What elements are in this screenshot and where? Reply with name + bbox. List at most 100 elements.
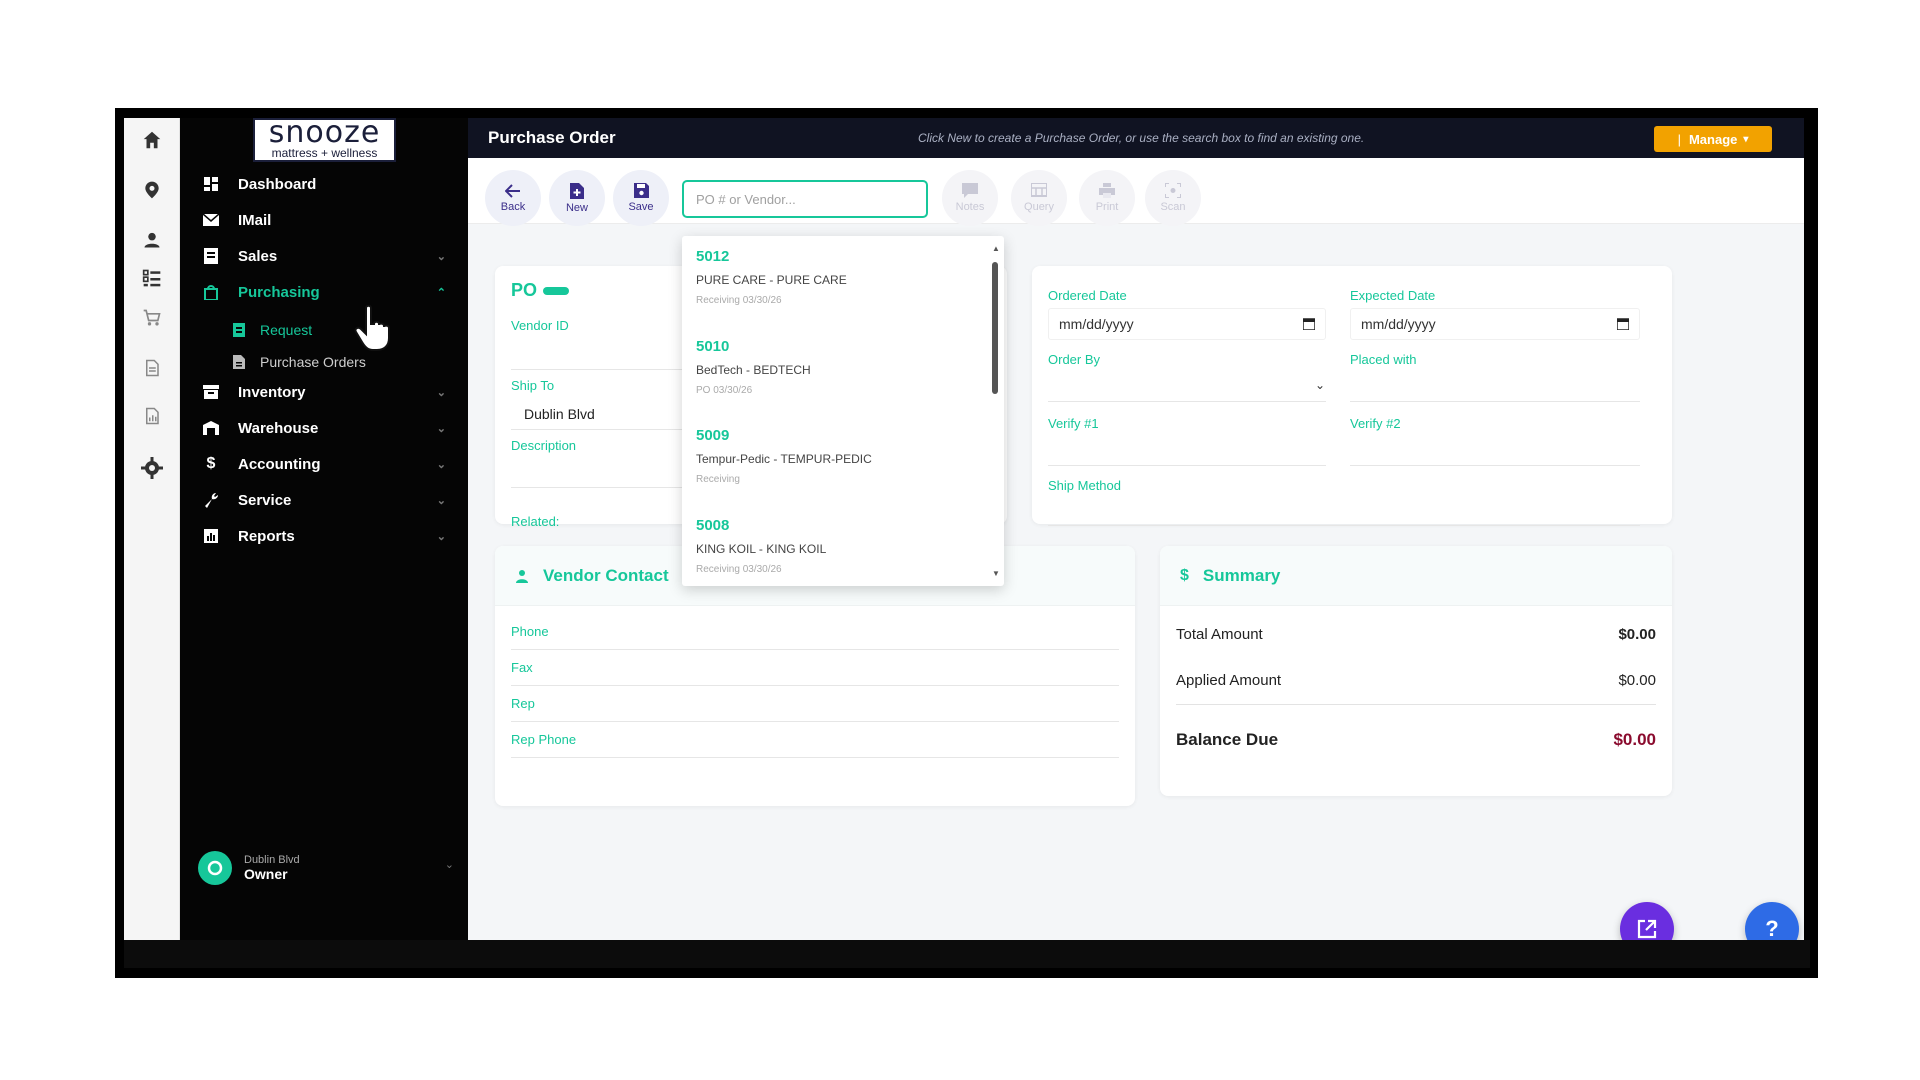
warehouse-icon (200, 419, 222, 437)
task-list-icon[interactable] (124, 258, 180, 298)
header-hint: Click New to create a Purchase Order, or… (918, 131, 1365, 145)
verify1-field[interactable] (1048, 434, 1326, 466)
chevron-down-icon[interactable]: ⌄ (1315, 378, 1325, 392)
user-role: Owner (244, 866, 288, 882)
page-title: Purchase Order (488, 128, 616, 147)
location-pin-icon[interactable] (124, 170, 180, 210)
back-button[interactable]: Back (485, 170, 541, 226)
inventory-icon (200, 383, 222, 401)
print-button[interactable]: Print (1079, 170, 1135, 226)
result-status: Receiving 03/30/26 (696, 295, 782, 306)
calendar-icon (1617, 318, 1629, 330)
sidebar-item-imail[interactable]: IMail (180, 200, 468, 240)
expected-date-label: Expected Date (1350, 288, 1436, 303)
sidebar-subitem-label: Request (260, 322, 313, 338)
document-icon[interactable] (124, 348, 180, 388)
ordered-date-input[interactable]: mm/dd/yyyy (1048, 308, 1326, 340)
help-button[interactable]: ? (1745, 902, 1799, 940)
expected-date-input[interactable]: mm/dd/yyyy (1350, 308, 1640, 340)
print-label: Print (1095, 201, 1119, 213)
user-icon[interactable] (124, 220, 180, 260)
external-link-icon (1637, 919, 1657, 939)
question-mark-icon: ? (1765, 916, 1779, 940)
placed-with-field[interactable] (1350, 370, 1640, 402)
sidebar-item-label: Accounting (238, 455, 321, 473)
result-status: Receiving 03/30/26 (696, 564, 782, 575)
table-icon (1031, 183, 1047, 197)
sidebar-item-warehouse[interactable]: Warehouse ⌄ (180, 408, 468, 448)
vendor-contact-title: Vendor Contact (543, 565, 669, 585)
balance-due-row: Balance Due $0.00 (1176, 730, 1656, 750)
new-button[interactable]: New (549, 170, 605, 226)
result-po-number: 5008 (696, 517, 730, 534)
result-status: Receiving (696, 474, 740, 485)
scan-button[interactable]: Scan (1145, 170, 1201, 226)
chevron-down-icon: ⌄ (436, 422, 446, 435)
related-label: Related: (511, 514, 560, 529)
scan-label: Scan (1160, 201, 1186, 213)
balance-due-value: $0.00 (1613, 730, 1656, 749)
fax-field[interactable] (511, 652, 1119, 686)
caret-down-icon: ▾ (1743, 133, 1749, 145)
sidebar-item-service[interactable]: Service ⌄ (180, 480, 468, 520)
summary-title: Summary (1202, 565, 1281, 585)
po-number-badge (543, 287, 569, 295)
rep-field[interactable] (511, 688, 1119, 722)
icon-rail (124, 118, 180, 940)
search-result-item[interactable]: 5008 KING KOIL - KING KOIL Receiving 03/… (696, 517, 986, 586)
brand-logo[interactable]: snooze mattress + wellness (253, 118, 396, 162)
cart-icon[interactable] (124, 298, 180, 338)
vendor-id-label: Vendor ID (511, 318, 569, 333)
settings-gear-icon[interactable] (124, 448, 180, 488)
search-result-item[interactable]: 5012 PURE CARE - PURE CARE Receiving 03/… (696, 248, 986, 328)
chevron-down-icon: ⌄ (444, 859, 454, 871)
order-by-select[interactable] (1048, 370, 1326, 402)
ship-method-field[interactable] (1048, 494, 1640, 526)
manage-label: Manage (1688, 131, 1738, 147)
po-section-label: PO (511, 280, 538, 300)
scrollbar-thumb[interactable] (992, 262, 998, 394)
sidebar-item-inventory[interactable]: Inventory ⌄ (180, 372, 468, 412)
user-location: Dublin Blvd (244, 854, 300, 866)
po-search-input[interactable] (682, 180, 928, 218)
summary-header: $ Summary (1160, 546, 1672, 606)
query-button[interactable]: Query (1011, 170, 1067, 226)
sidebar-item-purchasing[interactable]: Purchasing ⌃ (180, 272, 468, 312)
scroll-up-arrow-icon[interactable]: ▲ (992, 244, 1000, 253)
sidebar-item-reports[interactable]: Reports ⌄ (180, 516, 468, 556)
rep-phone-field[interactable] (511, 724, 1119, 758)
new-label: New (565, 201, 588, 214)
summary-card: $ Summary Total Amount $0.00 Applied Amo… (1160, 546, 1672, 796)
ship-to-value: Dublin Blvd (524, 406, 595, 422)
home-icon[interactable] (124, 120, 180, 160)
total-amount-label: Total Amount (1176, 626, 1263, 643)
query-label: Query (1024, 201, 1054, 213)
mail-icon (200, 211, 222, 229)
dropdown-scrollbar[interactable]: ▲ ▼ (992, 244, 1000, 578)
open-external-button[interactable] (1620, 902, 1674, 940)
calendar-icon (1303, 318, 1315, 330)
user-profile[interactable]: Dublin Blvd Owner ⌄ (198, 848, 458, 888)
chevron-down-icon: ⌄ (436, 458, 446, 471)
sidebar-item-label: Sales (238, 247, 278, 265)
sidebar-item-accounting[interactable]: $ Accounting ⌄ (180, 444, 468, 484)
search-result-item[interactable]: 5010 BedTech - BEDTECH PO 03/30/26 (696, 338, 986, 418)
order-by-label: Order By (1048, 352, 1101, 367)
notes-button[interactable]: Notes (942, 170, 998, 226)
ordered-date-value: mm/dd/yyyy (1059, 316, 1134, 332)
verify2-field[interactable] (1350, 434, 1640, 466)
phone-field[interactable] (511, 616, 1119, 650)
scroll-down-arrow-icon[interactable]: ▼ (992, 569, 1000, 578)
balance-due-label: Balance Due (1176, 730, 1279, 749)
sidebar-item-sales[interactable]: Sales ⌄ (180, 236, 468, 276)
result-vendor: BedTech - BEDTECH (696, 363, 811, 377)
total-amount-value: $0.00 (1618, 626, 1656, 643)
manage-button[interactable]: | Manage ▾ (1654, 126, 1772, 152)
po-search-results-dropdown: 5012 PURE CARE - PURE CARE Receiving 03/… (682, 236, 1004, 586)
save-button[interactable]: Save (613, 170, 669, 226)
report-icon[interactable] (124, 396, 180, 436)
sidebar-item-dashboard[interactable]: Dashboard (180, 164, 468, 204)
reports-icon (200, 527, 222, 545)
chevron-down-icon: ⌄ (436, 530, 446, 543)
search-result-item[interactable]: 5009 Tempur-Pedic - TEMPUR-PEDIC Receivi… (696, 427, 986, 507)
